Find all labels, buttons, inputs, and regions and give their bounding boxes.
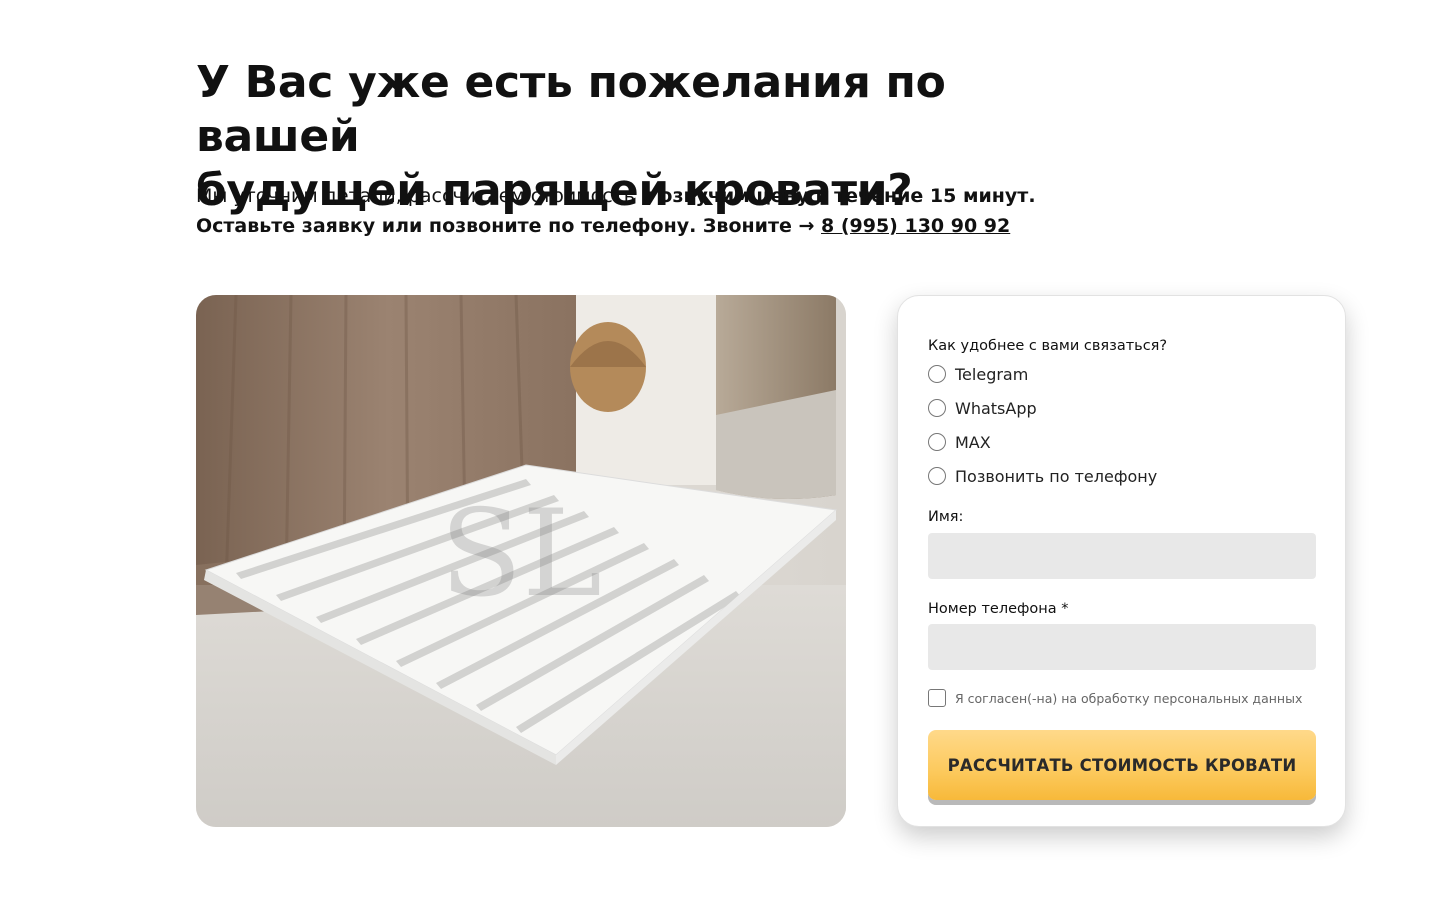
watermark-text: SL xyxy=(440,485,602,624)
consent-checkbox-row[interactable]: Я согласен(-на) на обработку персональны… xyxy=(928,689,1302,707)
calculate-price-button[interactable]: РАССЧИТАТЬ СТОИМОСТЬ КРОВАТИ xyxy=(928,730,1316,800)
page-subtitle: Мы уточним детали, рассчитаем стоимость … xyxy=(196,181,1096,241)
contact-option-label: WhatsApp xyxy=(955,398,1037,418)
contact-option-label: Telegram xyxy=(955,364,1029,384)
phone-link[interactable]: 8 (995) 130 90 92 xyxy=(821,215,1010,237)
call-to-action-text: Оставьте заявку или позвоните по телефон… xyxy=(196,215,821,237)
radio-button[interactable] xyxy=(928,467,946,485)
radio-button[interactable] xyxy=(928,399,946,417)
contact-option-max[interactable]: MAX xyxy=(928,430,1308,454)
subtitle-text: Мы уточним детали, рассчитаем стоимость … xyxy=(196,185,660,207)
contact-option-telegram[interactable]: Telegram xyxy=(928,362,1308,386)
bed-photo: SL xyxy=(196,295,846,827)
contact-option-whatsapp[interactable]: WhatsApp xyxy=(928,396,1308,420)
page-title-line-1: У Вас уже есть пожелания по вашей xyxy=(196,57,946,162)
radio-button[interactable] xyxy=(928,365,946,383)
name-field[interactable] xyxy=(928,533,1316,579)
consent-checkbox[interactable] xyxy=(928,689,946,707)
consent-label: Я согласен(-на) на обработку персональны… xyxy=(955,690,1303,706)
contact-option-phone-call[interactable]: Позвонить по телефону xyxy=(928,464,1308,488)
contact-method-question: Как удобнее с вами связаться? xyxy=(928,338,1168,354)
page: У Вас уже есть пожелания по вашей будуще… xyxy=(0,0,1448,901)
phone-label: Номер телефона * xyxy=(928,601,1069,617)
subtitle-highlight: озвучим цену в течение 15 минут. xyxy=(659,185,1036,207)
contact-option-label: MAX xyxy=(955,432,991,452)
contact-option-label: Позвонить по телефону xyxy=(955,466,1158,486)
bed-photo-illustration: SL xyxy=(196,295,846,827)
radio-button[interactable] xyxy=(928,433,946,451)
name-label: Имя: xyxy=(928,509,964,525)
request-form: Как удобнее с вами связаться? Telegram W… xyxy=(897,295,1346,827)
phone-field[interactable] xyxy=(928,624,1316,670)
